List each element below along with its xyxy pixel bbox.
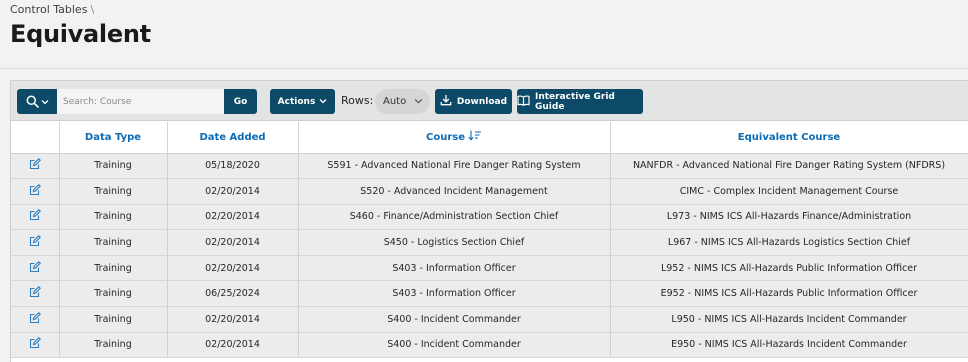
cell-equivalent-course: CIMC - Complex Incident Management Cours… [610,178,968,205]
column-header-course[interactable]: Course [298,122,611,154]
cell-course: S450 - Logistics Section Chief [298,229,611,256]
cell-date-added: 02/20/2014 [167,255,299,282]
edit-icon[interactable] [29,337,41,349]
sort-descending-icon [468,130,482,144]
cell-course: S400 - Incident Commander [298,306,611,333]
row-edit-cell[interactable] [11,332,60,359]
cell-course: S520 - Advanced Incident Management [298,178,611,205]
chevron-down-icon [41,99,49,105]
cell-data-type: Training [59,153,168,180]
table-row[interactable]: Training 02/20/2014 S403 - Information Off… [11,255,968,282]
chevron-down-icon [319,97,327,107]
search-icon [26,95,39,108]
table-row[interactable]: Training 02/20/2014 S400 - Incident Comman… [11,332,968,359]
cell-data-type: Training [59,178,168,205]
rows-select-value: Auto [383,96,407,107]
breadcrumb-parent-link[interactable]: Control Tables [10,3,87,16]
cell-data-type: Training [59,306,168,333]
header-divider [0,68,968,69]
cell-equivalent-course: L973 - NIMS ICS All-Hazards Finance/Admi… [610,204,968,231]
actions-menu-button[interactable]: Actions [270,89,335,114]
cell-date-added: 02/20/2014 [167,332,299,359]
row-edit-cell[interactable] [11,204,60,231]
grid-table: Data Type Date Added Course Equivalent C… [11,122,968,359]
column-header-data-type[interactable]: Data Type [59,122,168,154]
cell-data-type: Training [59,255,168,282]
interactive-grid-region: Go Actions Rows: Auto Download Inter [10,80,968,362]
breadcrumb: Control Tables \ [10,3,94,16]
rows-label: Rows: [341,94,374,107]
cell-course: S460 - Finance/Administration Section Ch… [298,204,611,231]
row-edit-cell[interactable] [11,229,60,256]
table-row[interactable]: Training 02/20/2014 S520 - Advanced Incide… [11,178,968,205]
row-edit-cell[interactable] [11,178,60,205]
cell-equivalent-course: E950 - NIMS ICS All-Hazards Incident Com… [610,332,968,359]
cell-course: S591 - Advanced National Fire Danger Rat… [298,153,611,180]
column-header-course-label: Course [426,132,465,144]
breadcrumb-separator: \ [90,3,95,16]
cell-equivalent-course: NANFDR - Advanced National Fire Danger R… [610,153,968,180]
row-edit-cell[interactable] [11,306,60,333]
cell-date-added: 02/20/2014 [167,178,299,205]
table-row[interactable]: Training 06/25/2024 S403 - Information Off… [11,280,968,308]
page-title: Equivalent [10,20,151,48]
search-column-button[interactable] [17,89,57,114]
grid-header-row: Data Type Date Added Course Equivalent C… [11,122,968,154]
edit-icon[interactable] [29,286,41,298]
cell-course: S403 - Information Officer [298,280,611,308]
edit-icon[interactable] [29,311,41,324]
row-edit-cell[interactable] [11,280,60,308]
table-row[interactable]: Training 02/20/2014 S400 - Incident Comman… [11,306,968,333]
column-header-edit [11,122,60,154]
cell-course: S403 - Information Officer [298,255,611,282]
column-header-date-added[interactable]: Date Added [167,122,299,154]
cell-date-added: 05/18/2020 [167,153,299,180]
download-icon [440,94,452,109]
column-header-equivalent-course[interactable]: Equivalent Course [610,122,968,154]
download-button[interactable]: Download [435,89,512,114]
grid-toolbar: Go Actions Rows: Auto Download Inter [11,81,968,121]
cell-date-added: 02/20/2014 [167,204,299,231]
guide-label: Interactive Grid Guide [535,91,615,112]
edit-icon[interactable] [29,183,41,196]
edit-icon[interactable] [29,235,41,247]
cell-equivalent-course: L950 - NIMS ICS All-Hazards Incident Com… [610,306,968,333]
cell-data-type: Training [59,204,168,231]
table-row[interactable]: Training 05/18/2020 S591 - Advanced Nation… [11,153,968,180]
chevron-down-icon [414,96,423,107]
cell-equivalent-course: E952 - NIMS ICS All-Hazards Public Infor… [610,280,968,308]
table-row[interactable]: Training 02/20/2014 S460 - Finance/Adminis… [11,204,968,231]
cell-equivalent-course: L952 - NIMS ICS All-Hazards Public Infor… [610,255,968,282]
download-label: Download [456,96,508,107]
edit-icon[interactable] [29,209,41,221]
edit-icon[interactable] [29,158,41,170]
cell-data-type: Training [59,332,168,359]
interactive-grid-guide-button[interactable]: Interactive Grid Guide [517,89,643,114]
actions-label: Actions [277,96,316,107]
cell-data-type: Training [59,280,168,308]
edit-icon[interactable] [29,260,41,273]
cell-date-added: 02/20/2014 [167,229,299,256]
cell-data-type: Training [59,229,168,256]
search-input[interactable] [57,89,224,114]
cell-course: S400 - Incident Commander [298,332,611,359]
search-group: Go [17,89,257,114]
book-icon [517,94,530,109]
cell-date-added: 02/20/2014 [167,306,299,333]
go-button[interactable]: Go [224,89,257,114]
table-row[interactable]: Training 02/20/2014 S450 - Logistics Secti… [11,229,968,256]
rows-select[interactable]: Auto [375,89,430,114]
row-edit-cell[interactable] [11,153,60,180]
row-edit-cell[interactable] [11,255,60,282]
cell-equivalent-course: L967 - NIMS ICS All-Hazards Logistics Se… [610,229,968,256]
cell-date-added: 06/25/2024 [167,280,299,308]
